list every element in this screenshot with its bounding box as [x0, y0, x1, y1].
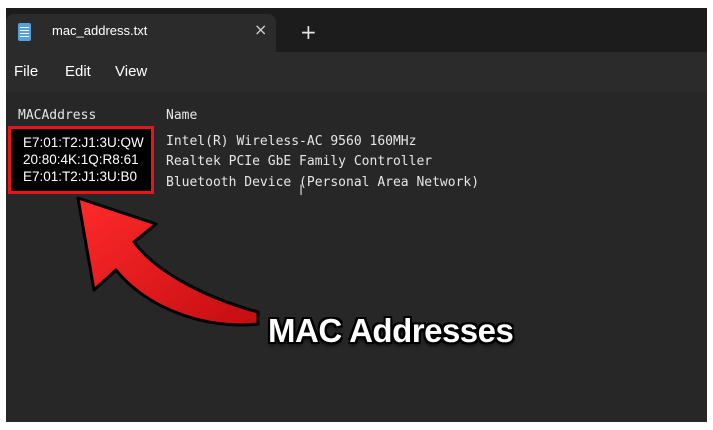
red-arrow-icon [76, 196, 260, 327]
mac-addresses-callout: MAC Addresses [268, 312, 514, 349]
notepad-window: mac_address.txt × + File Edit View MACAd… [6, 8, 707, 422]
